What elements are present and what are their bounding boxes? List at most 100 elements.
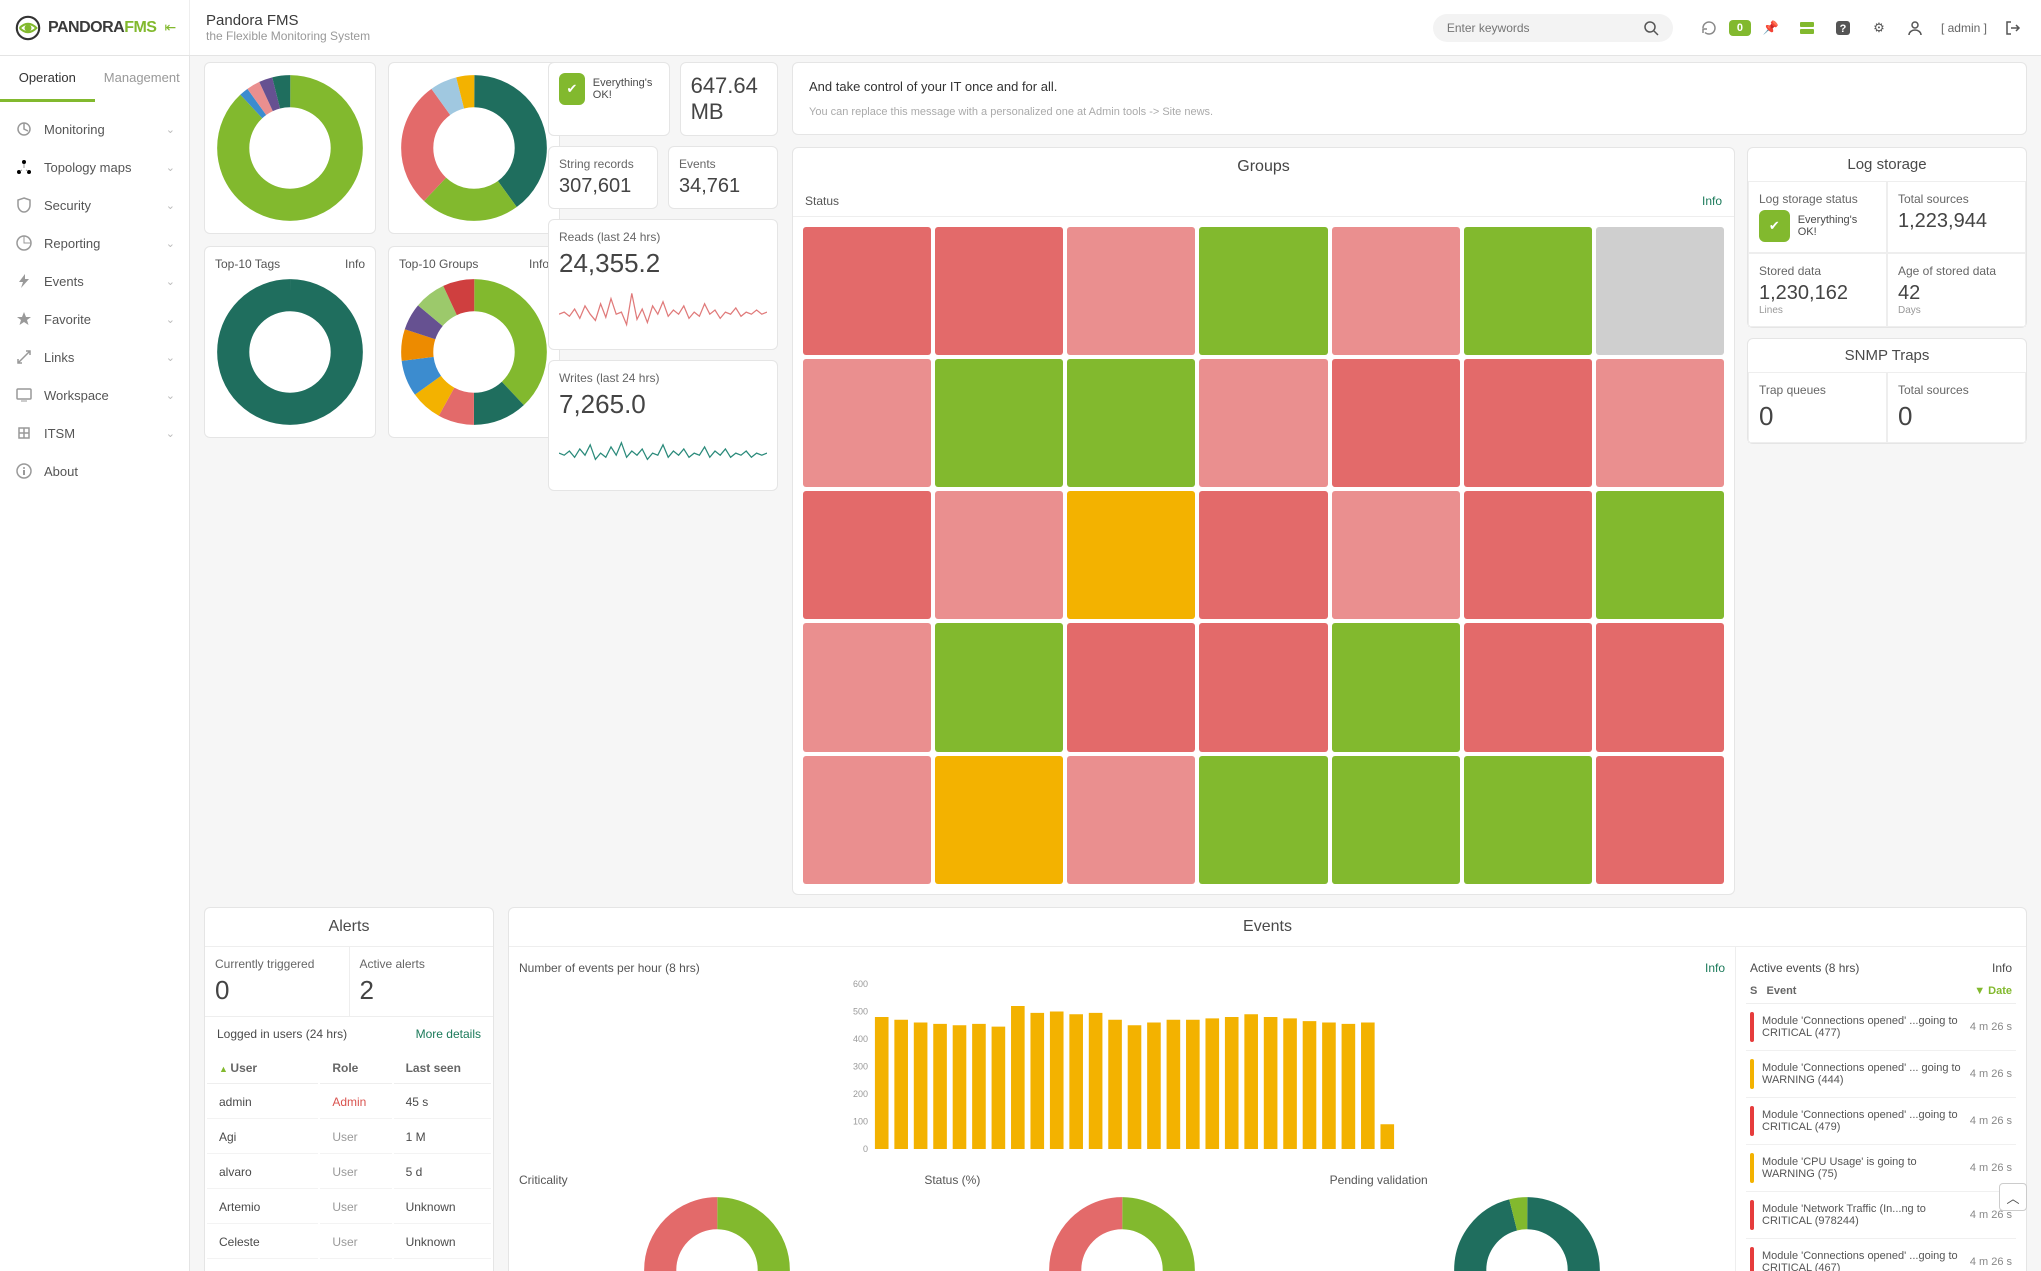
- heatmap-cell[interactable]: [1596, 359, 1724, 487]
- heatmap-cell[interactable]: [1067, 491, 1195, 619]
- sidebar-item-about[interactable]: About: [0, 452, 189, 490]
- bar[interactable]: [1342, 1024, 1356, 1149]
- heatmap-cell[interactable]: [1067, 227, 1195, 355]
- heatmap-cell[interactable]: [803, 623, 931, 751]
- heatmap-cell[interactable]: [935, 756, 1063, 884]
- heatmap-cell[interactable]: [1464, 359, 1592, 487]
- sidebar-collapse-toggle[interactable]: ⇤: [164, 19, 176, 36]
- scroll-to-top-button[interactable]: ︿: [1999, 1183, 2027, 1211]
- heatmap-cell[interactable]: [1596, 623, 1724, 751]
- active-events-info[interactable]: Info: [1992, 961, 2012, 975]
- bar[interactable]: [1108, 1019, 1122, 1148]
- bar[interactable]: [933, 1024, 947, 1149]
- user-icon[interactable]: [1902, 15, 1928, 41]
- heatmap-cell[interactable]: [1596, 491, 1724, 619]
- sidebar-item-itsm[interactable]: ITSM ⌄: [0, 414, 189, 452]
- bar[interactable]: [992, 1026, 1006, 1148]
- table-row[interactable]: admin Admin 45 s: [207, 1086, 491, 1119]
- events-info[interactable]: Info: [1705, 961, 1725, 975]
- search-input[interactable]: [1447, 21, 1643, 35]
- heatmap-cell[interactable]: [1332, 491, 1460, 619]
- table-row[interactable]: Celeste User Unknown: [207, 1226, 491, 1259]
- bar[interactable]: [1264, 1017, 1278, 1149]
- heatmap-cell[interactable]: [803, 359, 931, 487]
- heatmap-cell[interactable]: [935, 359, 1063, 487]
- bar[interactable]: [953, 1025, 967, 1149]
- bar[interactable]: [1283, 1018, 1297, 1149]
- sidebar-item-events[interactable]: Events ⌄: [0, 262, 189, 300]
- event-list-item[interactable]: Module 'Network Traffic (In...ng to CRIT…: [1746, 1192, 2016, 1239]
- sidebar-item-favorite[interactable]: Favorite ⌄: [0, 300, 189, 338]
- bar[interactable]: [1205, 1018, 1219, 1149]
- notification-badge[interactable]: 0: [1729, 20, 1751, 36]
- heatmap-cell[interactable]: [1464, 491, 1592, 619]
- tab-management[interactable]: Management: [95, 56, 190, 102]
- server-status-icon[interactable]: [1794, 15, 1820, 41]
- bar[interactable]: [894, 1019, 908, 1148]
- heatmap-cell[interactable]: [1596, 227, 1724, 355]
- heatmap-cell[interactable]: [1199, 359, 1327, 487]
- help-icon[interactable]: ?: [1830, 15, 1856, 41]
- pin-icon[interactable]: 📌: [1758, 15, 1784, 41]
- heatmap-cell[interactable]: [1199, 623, 1327, 751]
- bar[interactable]: [1128, 1025, 1142, 1149]
- heatmap-cell[interactable]: [1464, 227, 1592, 355]
- heatmap-cell[interactable]: [1067, 756, 1195, 884]
- heatmap-cell[interactable]: [935, 623, 1063, 751]
- event-list-item[interactable]: Module 'Connections opened' ...going to …: [1746, 1098, 2016, 1145]
- heatmap-cell[interactable]: [803, 756, 931, 884]
- sidebar-item-monitoring[interactable]: Monitoring ⌄: [0, 110, 189, 148]
- sidebar-item-reporting[interactable]: Reporting ⌄: [0, 224, 189, 262]
- bar[interactable]: [1303, 1021, 1317, 1149]
- logo-area[interactable]: PANDORAFMS ⇤: [0, 0, 190, 55]
- event-list-item[interactable]: Module 'Connections opened' ... going to…: [1746, 1051, 2016, 1098]
- heatmap-cell[interactable]: [1332, 227, 1460, 355]
- bar[interactable]: [1361, 1022, 1375, 1149]
- heatmap-cell[interactable]: [803, 491, 931, 619]
- bar[interactable]: [1050, 1011, 1064, 1149]
- bar[interactable]: [1322, 1022, 1336, 1149]
- search-box[interactable]: [1433, 14, 1673, 42]
- table-row[interactable]: Agi User 1 M: [207, 1121, 491, 1154]
- bar[interactable]: [1030, 1013, 1044, 1149]
- heatmap-cell[interactable]: [935, 227, 1063, 355]
- more-details-link[interactable]: More details: [416, 1027, 481, 1041]
- heatmap-cell[interactable]: [1067, 623, 1195, 751]
- bar[interactable]: [1225, 1017, 1239, 1149]
- heatmap-cell[interactable]: [1464, 623, 1592, 751]
- event-list-item[interactable]: Module 'Connections opened' ...going to …: [1746, 1239, 2016, 1271]
- bar[interactable]: [1147, 1022, 1161, 1149]
- bar[interactable]: [972, 1024, 986, 1149]
- table-row[interactable]: alvaro User 5 d: [207, 1156, 491, 1189]
- bar[interactable]: [1069, 1014, 1083, 1149]
- heatmap-cell[interactable]: [1332, 756, 1460, 884]
- refresh-icon[interactable]: [1696, 15, 1722, 41]
- sidebar-item-links[interactable]: Links ⌄: [0, 338, 189, 376]
- groups-info[interactable]: Info: [1702, 194, 1722, 208]
- bar[interactable]: [875, 1017, 889, 1149]
- bar[interactable]: [1167, 1019, 1181, 1148]
- bar[interactable]: [1186, 1019, 1200, 1148]
- heatmap-cell[interactable]: [1332, 359, 1460, 487]
- current-user-label[interactable]: [ admin ]: [1941, 21, 1987, 35]
- table-row[interactable]: Djehutimesu User Unknown: [207, 1261, 491, 1271]
- search-icon[interactable]: [1643, 20, 1659, 36]
- table-row[interactable]: Artemio User Unknown: [207, 1191, 491, 1224]
- bar[interactable]: [1089, 1013, 1103, 1149]
- logout-icon[interactable]: [2000, 15, 2026, 41]
- bar[interactable]: [1380, 1124, 1394, 1149]
- sidebar-item-workspace[interactable]: Workspace ⌄: [0, 376, 189, 414]
- heatmap-cell[interactable]: [1199, 227, 1327, 355]
- gear-icon[interactable]: ⚙: [1866, 15, 1892, 41]
- heatmap-cell[interactable]: [1199, 491, 1327, 619]
- event-list-item[interactable]: Module 'CPU Usage' is going to WARNING (…: [1746, 1145, 2016, 1192]
- heatmap-cell[interactable]: [1067, 359, 1195, 487]
- heatmap-cell[interactable]: [935, 491, 1063, 619]
- sidebar-item-topology-maps[interactable]: Topology maps ⌄: [0, 148, 189, 186]
- bar[interactable]: [1244, 1014, 1258, 1149]
- heatmap-cell[interactable]: [803, 227, 931, 355]
- heatmap-cell[interactable]: [1332, 623, 1460, 751]
- heatmap-cell[interactable]: [1199, 756, 1327, 884]
- heatmap-cell[interactable]: [1464, 756, 1592, 884]
- event-list-item[interactable]: Module 'Connections opened' ...going to …: [1746, 1004, 2016, 1051]
